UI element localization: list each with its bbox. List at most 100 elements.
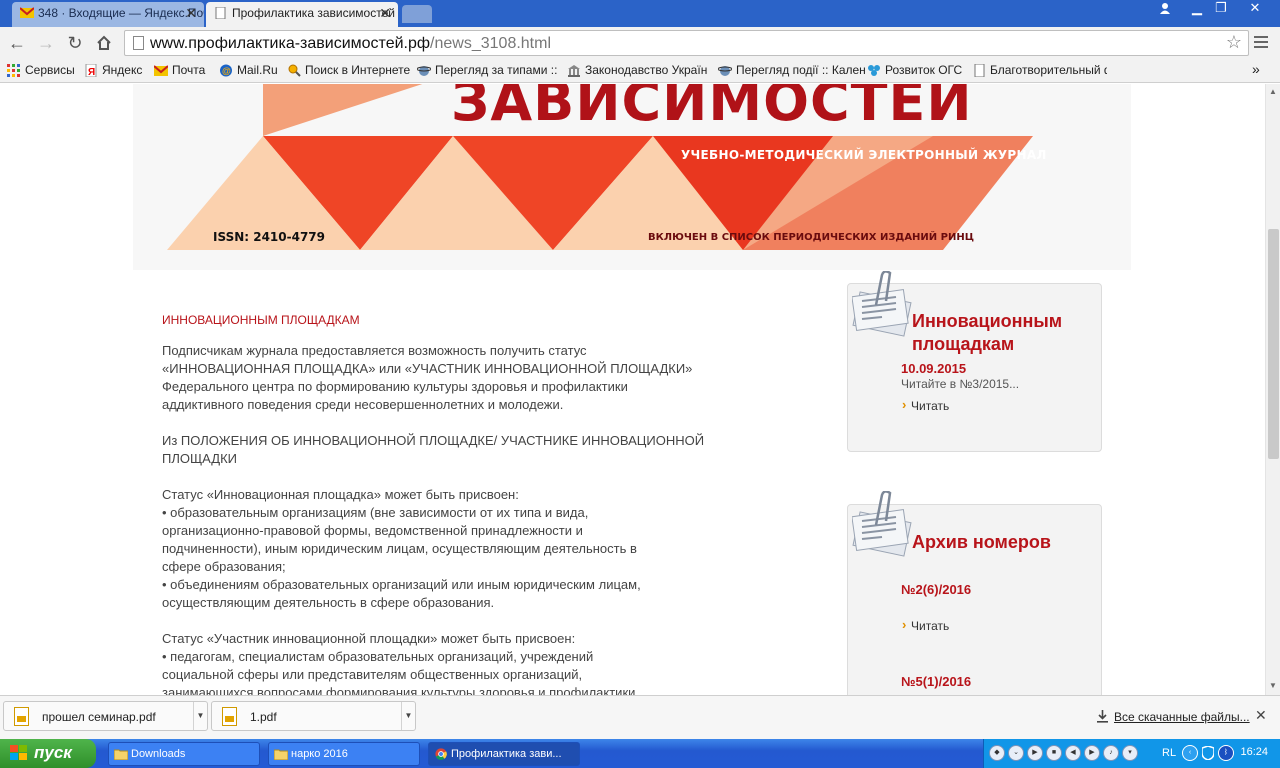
apps-grid-icon: [7, 64, 20, 77]
home-icon[interactable]: [93, 32, 115, 54]
article-paragraph: Из ПОЛОЖЕНИЯ ОБ ИННОВАЦИОННОЙ ПЛОЩАДКЕ/ …: [162, 433, 705, 466]
archive-issue[interactable]: №5(1)/2016: [901, 674, 971, 689]
scrollbar-thumb[interactable]: [1268, 229, 1279, 459]
archive-issue[interactable]: №2(6)/2016: [901, 582, 971, 597]
windows-taskbar: пуск Downloads нарко 2016 Профилактика з…: [0, 739, 1280, 768]
back-arrow-icon[interactable]: ←: [6, 32, 28, 54]
journal-banner: ЗАВИСИМОСТЕЙ УЧЕБНО-МЕТОДИЧЕСКИЙ ЭЛЕКТРО…: [133, 84, 1131, 270]
chrome-menu-icon[interactable]: [1254, 33, 1268, 49]
download-shelf: прошел семинар.pdf ▼ 1.pdf ▼ Все скачанн…: [0, 695, 1280, 739]
tab-title: Профилактика зависимостей: [232, 6, 395, 20]
banner-title: ЗАВИСИМОСТЕЙ: [451, 84, 973, 133]
windows-logo-icon: [10, 745, 27, 760]
news-date: 10.09.2015: [901, 361, 967, 376]
system-clock[interactable]: 16:24: [1240, 746, 1268, 758]
drops-logo-icon: [868, 65, 880, 76]
page-viewport: ЗАВИСИМОСТЕЙ УЧЕБНО-МЕТОДИЧЕСКИЙ ЭЛЕКТРО…: [0, 84, 1265, 695]
bookmark-charity[interactable]: Благотворительный ф: [972, 63, 1107, 77]
globe-icon: [718, 66, 732, 76]
page-scrollbar[interactable]: ▲ ▼: [1265, 84, 1280, 695]
bluetooth-icon[interactable]: ᛒ: [1218, 745, 1234, 761]
mailru-at-icon: @: [220, 64, 232, 77]
download-filename: прошел семинар.pdf: [42, 710, 156, 724]
tab-profilaktika[interactable]: Профилактика зависимостей ✕: [206, 2, 398, 27]
start-button[interactable]: пуск: [0, 739, 96, 768]
taskbar-button-downloads[interactable]: Downloads: [108, 742, 260, 766]
banner-rinc-note: ВКЛЮЧЕН В СПИСОК ПЕРИОДИЧЕСКИХ ИЗДАНИЙ Р…: [648, 232, 974, 243]
back-arrow-tray-icon[interactable]: ‹: [1182, 745, 1198, 761]
bookmarks-bar: Сервисы Я Яндекс Почта @ Mail.Ru Поиск в…: [0, 59, 1280, 83]
bookmark-events-calendar[interactable]: Перегляд події :: Кален: [718, 63, 866, 77]
restore-icon[interactable]: ❐: [1208, 0, 1234, 17]
download-arrow-icon: [1097, 710, 1108, 723]
bookmark-mailru[interactable]: @ Mail.Ru: [219, 63, 278, 77]
bookmark-types-view[interactable]: Перегляд за типами ::: [417, 63, 557, 77]
close-window-icon[interactable]: ✕: [1240, 0, 1270, 17]
page-icon: [215, 7, 226, 19]
language-indicator[interactable]: RL: [1162, 747, 1176, 759]
article-paragraph: Статус «Инновационная площадка» может бы…: [162, 487, 641, 610]
bookmark-star-icon[interactable]: ☆: [1226, 32, 1242, 53]
folder-icon: [274, 749, 288, 760]
close-shelf-icon[interactable]: ✕: [1255, 707, 1267, 724]
pdf-file-icon: [222, 707, 237, 726]
tab-yandex-mail[interactable]: 348 · Входящие — Яндекс.Почта ✕: [12, 2, 204, 27]
archive-box-title[interactable]: Архив номеров: [912, 531, 1051, 554]
archive-read-link[interactable]: Читать: [901, 617, 949, 633]
building-icon: [568, 65, 580, 77]
taskbar-button-narko[interactable]: нарко 2016: [268, 742, 420, 766]
user-profile-icon[interactable]: [1152, 0, 1178, 17]
download-menu-chevron-icon[interactable]: ▼: [401, 702, 415, 730]
volume-icon[interactable]: ♪: [1103, 745, 1119, 761]
pdf-file-icon: [14, 707, 29, 726]
bookmark-yandex[interactable]: Я Яндекс: [84, 63, 142, 77]
bookmark-mail[interactable]: Почта: [154, 63, 205, 77]
media-previous-icon[interactable]: ◀: [1065, 745, 1081, 761]
bookmark-search[interactable]: Поиск в Интернете: [287, 63, 410, 77]
new-tab-button[interactable]: [402, 5, 432, 23]
bookmark-ogs-development[interactable]: Розвиток ОГС: [867, 63, 962, 77]
folder-icon: [114, 749, 128, 760]
system-tray: ◆ ⌄ ▶ ■ ◀ ▶ ♪ ▾ RL ‹ ᛒ 16:24: [983, 739, 1280, 768]
news-box-title[interactable]: Инновационным площадкам: [912, 310, 1062, 356]
bookmark-services[interactable]: Сервисы: [7, 63, 75, 77]
paperclip-newspaper-icon: [852, 271, 912, 337]
yandex-icon: Я: [85, 64, 97, 77]
svg-text:@: @: [222, 66, 231, 76]
media-next-icon[interactable]: ▶: [1084, 745, 1100, 761]
shield-tray-icon[interactable]: [1200, 745, 1216, 761]
bookmark-legislation[interactable]: Законодавство Україн: [567, 63, 707, 77]
media-eject-icon[interactable]: ⌄: [1008, 745, 1024, 761]
minimize-icon[interactable]: ▁: [1184, 0, 1210, 17]
close-tab-icon[interactable]: ✕: [379, 2, 391, 25]
reload-icon[interactable]: ↻: [64, 32, 86, 54]
paperclip-newspaper-icon: [852, 491, 912, 557]
taskbar-button-chrome[interactable]: Профилактика зави...: [428, 742, 580, 766]
forward-arrow-icon[interactable]: →: [35, 32, 57, 54]
page-icon: [974, 64, 985, 77]
page-icon: [133, 36, 144, 50]
article-paragraph: Статус «Участник инновационной площадки»…: [162, 631, 636, 695]
article-heading: ИННОВАЦИОННЫМ ПЛОЩАДКАМ: [162, 313, 360, 327]
scroll-down-arrow-icon[interactable]: ▼: [1269, 681, 1277, 690]
news-teaser: Читайте в №3/2015...: [901, 377, 1020, 391]
download-item[interactable]: 1.pdf ▼: [211, 701, 416, 731]
scroll-up-arrow-icon[interactable]: ▲: [1269, 87, 1277, 96]
bookmarks-overflow-chevron-icon[interactable]: »: [1252, 61, 1260, 77]
close-tab-icon[interactable]: ✕: [185, 2, 197, 25]
browser-tab-strip: 348 · Входящие — Яндекс.Почта ✕ Профилак…: [0, 0, 1280, 27]
chrome-logo-icon: [435, 748, 447, 760]
media-app-icon[interactable]: ◆: [989, 745, 1005, 761]
url-text: www.профилактика-зависимостей.рф/news_31…: [150, 35, 552, 52]
media-stop-icon[interactable]: ■: [1046, 745, 1062, 761]
download-item[interactable]: прошел семинар.pdf ▼: [3, 701, 208, 731]
media-menu-chevron-icon[interactable]: ▾: [1122, 745, 1138, 761]
svg-text:Я: Я: [88, 67, 95, 77]
download-menu-chevron-icon[interactable]: ▼: [193, 702, 207, 730]
mail-envelope-icon: [154, 65, 168, 76]
media-play-icon[interactable]: ▶: [1027, 745, 1043, 761]
address-bar[interactable]: www.профилактика-зависимостей.рф/news_31…: [124, 30, 1249, 56]
browser-toolbar: ← → ↻ www.профилактика-зависимостей.рф/n…: [0, 27, 1280, 59]
all-downloads-link[interactable]: Все скачанные файлы...: [1096, 710, 1250, 724]
news-read-link[interactable]: Читать: [901, 397, 949, 413]
